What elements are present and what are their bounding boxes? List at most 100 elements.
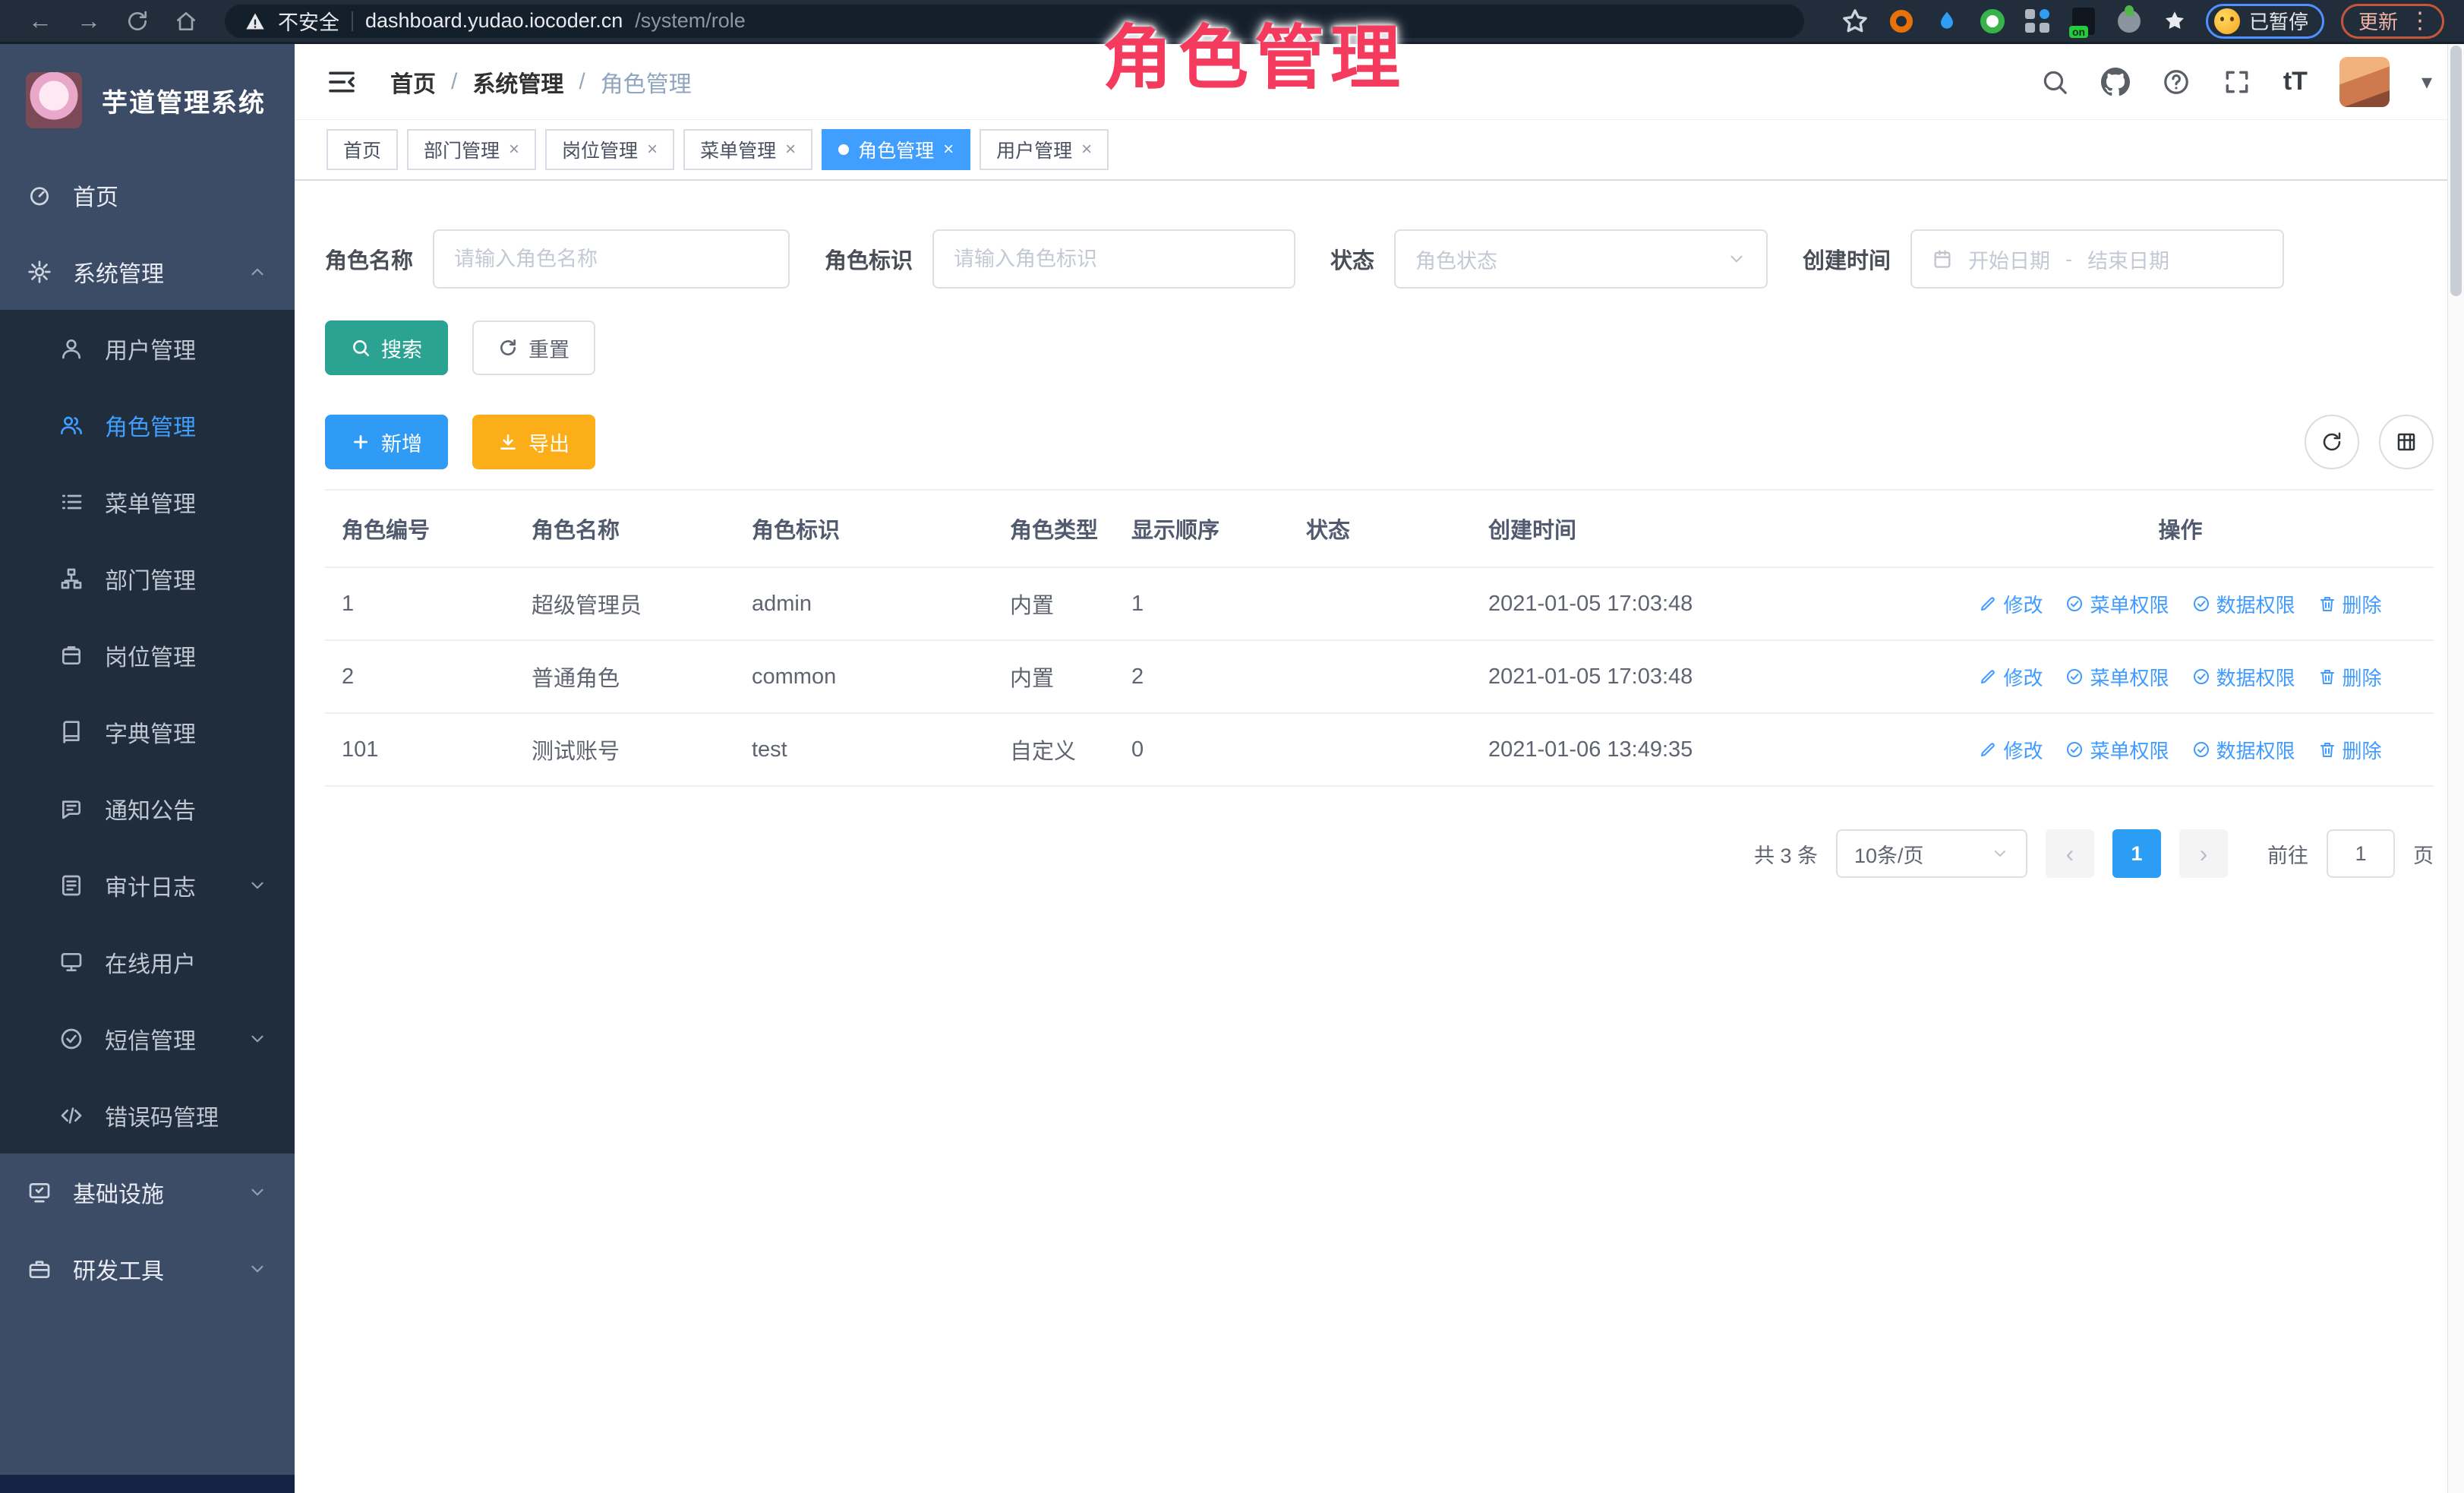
bookmark-star-icon[interactable] xyxy=(1840,6,1870,36)
search-icon[interactable] xyxy=(2040,68,2069,96)
breadcrumb-item[interactable]: 系统管理 xyxy=(472,65,563,99)
role-code-label: 角色标识 xyxy=(825,243,913,275)
role-code-field[interactable] xyxy=(954,248,1274,271)
close-icon[interactable]: × xyxy=(943,140,954,159)
current-page-button[interactable]: 1 xyxy=(2112,829,2161,878)
date-range-picker[interactable]: 开始日期 - 结束日期 xyxy=(1910,229,2284,289)
prev-page-button[interactable]: ‹ xyxy=(2046,829,2094,878)
row-action-edit[interactable]: 修改 xyxy=(1979,736,2043,764)
row-action-delete[interactable]: 删除 xyxy=(2318,590,2382,618)
address-bar[interactable]: 不安全 dashboard.yudao.iocoder.cn/system/ro… xyxy=(225,5,1804,38)
table-toolbar: 新增 导出 xyxy=(325,415,2434,469)
status-placeholder: 角色状态 xyxy=(1415,245,1497,274)
app-logo[interactable]: 芋道管理系统 xyxy=(0,44,295,156)
browser-reload-button[interactable] xyxy=(117,4,158,39)
browser-profile-badge[interactable]: 已暂停 xyxy=(2206,4,2324,39)
browser-update-button[interactable]: 更新 ⋮ xyxy=(2341,4,2444,39)
sidebar-item-online[interactable]: 在线用户 xyxy=(0,923,295,1000)
browser-forward-button[interactable]: → xyxy=(68,4,109,39)
row-action-edit[interactable]: 修改 xyxy=(1979,663,2043,691)
tab-role[interactable]: 角色管理 × xyxy=(822,129,970,170)
font-size-icon[interactable]: tT xyxy=(2283,67,2308,96)
sidebar-item-home[interactable]: 首页 xyxy=(0,156,295,233)
role-name-input[interactable] xyxy=(433,229,790,289)
edit-icon xyxy=(1979,668,1997,686)
sidebar-item-sms[interactable]: 短信管理 xyxy=(0,1000,295,1077)
row-action-data-perm[interactable]: 数据权限 xyxy=(2192,663,2295,691)
hamburger-icon[interactable] xyxy=(327,67,357,97)
search-button[interactable]: 搜索 xyxy=(325,320,448,375)
next-page-button[interactable]: › xyxy=(2179,829,2228,878)
sidebar-item-notice[interactable]: 通知公告 xyxy=(0,770,295,847)
browser-home-button[interactable] xyxy=(166,4,207,39)
page-size-select[interactable]: 10条/页 xyxy=(1836,829,2027,878)
tab-user[interactable]: 用户管理 × xyxy=(980,129,1109,170)
column-header: 创建时间 xyxy=(1472,513,1927,544)
extension-sprout-icon[interactable] xyxy=(2115,7,2144,36)
gear-icon xyxy=(27,260,52,284)
sidebar-item-post[interactable]: 岗位管理 xyxy=(0,617,295,693)
end-date-placeholder[interactable]: 结束日期 xyxy=(2087,245,2169,274)
extension-adblock-icon[interactable] xyxy=(1978,7,2007,36)
row-action-data-perm[interactable]: 数据权限 xyxy=(2192,736,2295,764)
row-action-edit[interactable]: 修改 xyxy=(1979,590,2043,618)
extension-gear-icon[interactable] xyxy=(1887,7,1916,36)
user-avatar[interactable] xyxy=(2339,57,2390,107)
row-action-menu-perm[interactable]: 菜单权限 xyxy=(2065,590,2169,618)
browser-menu-icon[interactable]: ⋮ xyxy=(2409,8,2431,34)
start-date-placeholder[interactable]: 开始日期 xyxy=(1968,245,2050,274)
sidebar-item-dict[interactable]: 字典管理 xyxy=(0,693,295,770)
column-settings-button[interactable] xyxy=(2379,415,2434,469)
row-action-menu-perm[interactable]: 菜单权限 xyxy=(2065,663,2169,691)
status-select[interactable]: 角色状态 xyxy=(1394,229,1768,289)
caret-down-icon[interactable]: ▾ xyxy=(2421,69,2432,94)
role-name-field[interactable] xyxy=(454,248,768,271)
row-action-menu-perm[interactable]: 菜单权限 xyxy=(2065,736,2169,764)
tab-home[interactable]: 首页 xyxy=(327,129,398,170)
sidebar-item-role[interactable]: 角色管理 xyxy=(0,387,295,463)
tab-dept[interactable]: 部门管理 × xyxy=(407,129,536,170)
row-action-delete[interactable]: 删除 xyxy=(2318,736,2382,764)
fullscreen-icon[interactable] xyxy=(2223,68,2251,96)
breadcrumb-item[interactable]: 首页 xyxy=(390,65,436,99)
tab-post[interactable]: 岗位管理 × xyxy=(545,129,674,170)
close-icon[interactable]: × xyxy=(785,140,796,159)
extension-tabs-grid-icon[interactable] xyxy=(2024,7,2052,36)
add-button[interactable]: 新增 xyxy=(325,415,448,469)
list-icon xyxy=(59,490,84,514)
row-action-data-perm[interactable]: 数据权限 xyxy=(2192,590,2295,618)
role-code-input[interactable] xyxy=(932,229,1295,289)
sidebar-item-audit[interactable]: 审计日志 xyxy=(0,847,295,923)
help-icon[interactable] xyxy=(2162,68,2191,96)
warning-icon xyxy=(245,11,266,32)
refresh-table-button[interactable] xyxy=(2305,415,2359,469)
scrollbar-thumb[interactable] xyxy=(2450,46,2462,296)
divider xyxy=(352,11,353,31)
sidebar-item-infra[interactable]: 基础设施 xyxy=(0,1154,295,1230)
active-dot xyxy=(838,144,849,155)
goto-page-input[interactable] xyxy=(2327,829,2395,878)
export-button[interactable]: 导出 xyxy=(472,415,595,469)
extension-pin-icon[interactable] xyxy=(2160,7,2189,36)
extension-droplet-icon[interactable] xyxy=(1932,7,1961,36)
infra-icon xyxy=(27,1180,52,1204)
sidebar-item-devtool[interactable]: 研发工具 xyxy=(0,1230,295,1307)
reset-button[interactable]: 重置 xyxy=(472,320,595,375)
browser-back-button[interactable]: ← xyxy=(20,4,61,39)
sidebar-item-user[interactable]: 用户管理 xyxy=(0,310,295,387)
row-action-delete[interactable]: 删除 xyxy=(2318,663,2382,691)
scrollbar-track[interactable] xyxy=(2447,44,2464,1493)
page-content: 角色名称 角色标识 状态 角色状态 创建时间 开始日期 - xyxy=(295,181,2464,1493)
sidebar-item-errcode[interactable]: 错误码管理 xyxy=(0,1077,295,1154)
close-icon[interactable]: × xyxy=(509,140,519,159)
extension-notes-icon[interactable]: on xyxy=(2069,7,2098,36)
sidebar-item-dept[interactable]: 部门管理 xyxy=(0,540,295,617)
tags-bar: 首页 部门管理 × 岗位管理 × 菜单管理 × 角色管理 × 用户管理 × xyxy=(295,120,2464,181)
close-icon[interactable]: × xyxy=(1081,140,1092,159)
tab-menu[interactable]: 菜单管理 × xyxy=(683,129,812,170)
sidebar-item-system[interactable]: 系统管理 xyxy=(0,233,295,310)
user-icon xyxy=(59,336,84,361)
sidebar-item-menu[interactable]: 菜单管理 xyxy=(0,463,295,540)
github-icon[interactable] xyxy=(2101,68,2130,96)
close-icon[interactable]: × xyxy=(647,140,658,159)
